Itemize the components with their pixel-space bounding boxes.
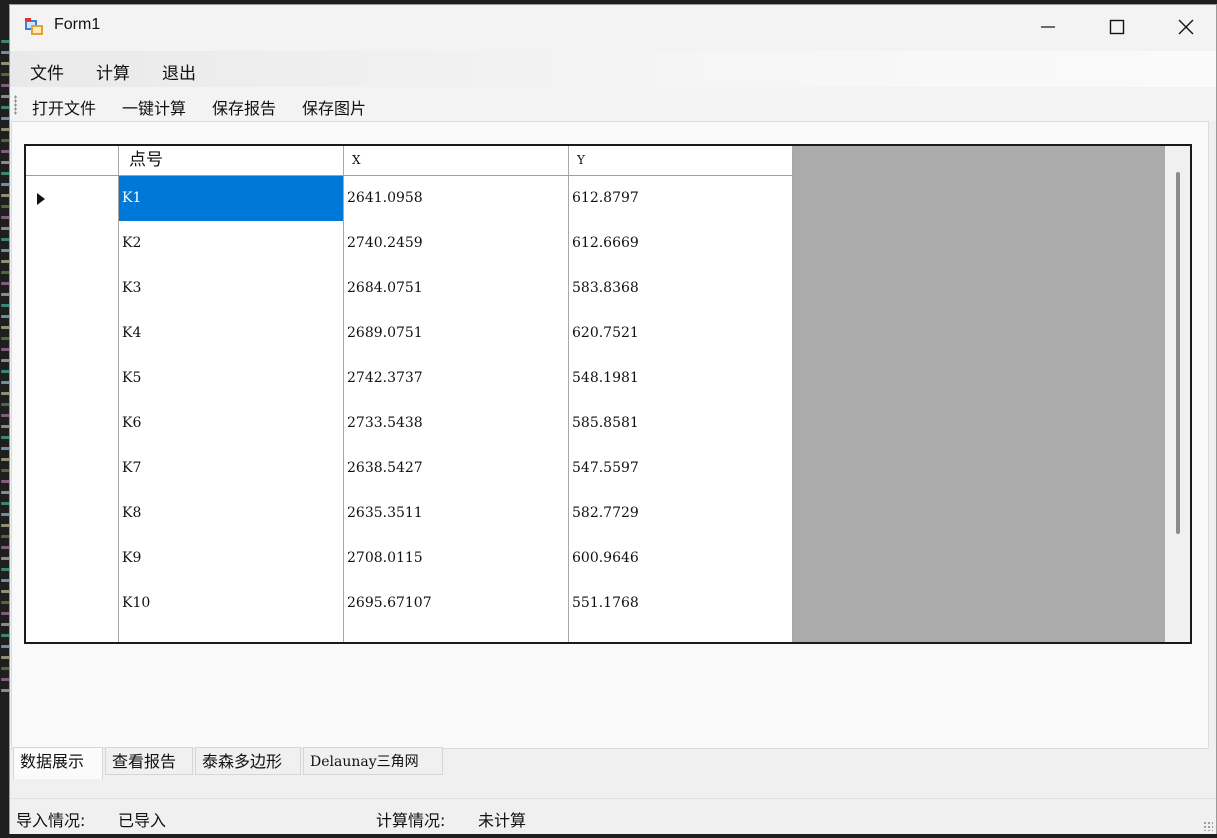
cell-id[interactable]: K10: [119, 581, 344, 626]
calc-status-value: 未计算: [478, 811, 527, 830]
tab-delaunay[interactable]: Delaunay三角网: [303, 747, 443, 775]
menu-calculate[interactable]: 计算: [96, 59, 130, 84]
table-row[interactable]: K1 2641.0958 612.8797: [26, 176, 793, 222]
data-grid[interactable]: 点号 X Y K1 2641.0958 612.8797 K2 2740.245…: [24, 144, 1192, 644]
title-bar[interactable]: Form1: [10, 5, 1216, 51]
row-header-corner[interactable]: [26, 146, 119, 175]
cell-y[interactable]: 551.1768: [569, 581, 793, 626]
row-header[interactable]: [26, 356, 119, 401]
cell-y[interactable]: 600.9646: [569, 536, 793, 581]
cell-x[interactable]: 2740.2459: [344, 221, 569, 266]
table-row[interactable]: K6 2733.5438 585.8581: [26, 401, 793, 447]
table-row[interactable]: K3 2684.0751 583.8368: [26, 266, 793, 312]
row-header[interactable]: [26, 446, 119, 491]
cell-x[interactable]: 2641.0958: [344, 176, 569, 221]
cell-x[interactable]: 2689.0751: [344, 311, 569, 356]
menu-file[interactable]: 文件: [30, 59, 64, 84]
row-header[interactable]: [26, 536, 119, 581]
close-icon: [1178, 19, 1194, 35]
cell-y[interactable]: 612.8797: [569, 176, 793, 221]
menu-bar: 文件 计算 退出: [10, 51, 1216, 87]
grid-header-row: 点号 X Y: [26, 146, 793, 176]
calc-status-label: 计算情况:: [376, 811, 446, 830]
cell-y[interactable]: 585.8581: [569, 401, 793, 446]
row-header[interactable]: [26, 311, 119, 356]
table-row[interactable]: K7 2638.5427 547.5597: [26, 446, 793, 492]
scrollbar-thumb[interactable]: [1176, 172, 1180, 534]
column-header-x[interactable]: X: [344, 146, 569, 175]
cell-x[interactable]: [344, 626, 569, 642]
cell-x[interactable]: 2635.3511: [344, 491, 569, 536]
cell-y[interactable]: 620.7521: [569, 311, 793, 356]
status-bar: 导入情况: 已导入 计算情况: 未计算: [10, 798, 1216, 834]
menu-exit[interactable]: 退出: [162, 59, 196, 84]
cell-id[interactable]: K1: [119, 176, 344, 221]
open-file-button[interactable]: 打开文件: [32, 95, 96, 119]
minimize-button[interactable]: [1014, 5, 1082, 49]
cell-x[interactable]: 2638.5427: [344, 446, 569, 491]
cell-id[interactable]: K6: [119, 401, 344, 446]
table-row[interactable]: K8 2635.3511 582.7729: [26, 491, 793, 537]
row-header[interactable]: [26, 401, 119, 446]
save-image-button[interactable]: 保存图片: [302, 95, 366, 119]
cell-x[interactable]: 2742.3737: [344, 356, 569, 401]
cell-y[interactable]: 547.5597: [569, 446, 793, 491]
form-window: Form1 文件 计算 退出 打开文件 一键计算 保存报告 保存图片 点号 X: [9, 4, 1217, 834]
table-row[interactable]: K4 2689.0751 620.7521: [26, 311, 793, 357]
row-header[interactable]: [26, 221, 119, 266]
row-header[interactable]: [26, 626, 119, 642]
row-header[interactable]: [26, 491, 119, 536]
row-header[interactable]: [26, 266, 119, 311]
table-row-partial[interactable]: [26, 626, 793, 642]
cell-id[interactable]: K8: [119, 491, 344, 536]
app-icon: [25, 18, 43, 35]
one-click-calc-button[interactable]: 一键计算: [122, 95, 186, 119]
cell-id[interactable]: K2: [119, 221, 344, 266]
maximize-button[interactable]: [1083, 5, 1151, 49]
tab-view-report[interactable]: 查看报告: [105, 747, 193, 775]
resize-grip[interactable]: [1203, 821, 1213, 831]
cell-y[interactable]: 612.6669: [569, 221, 793, 266]
import-status-label: 导入情况:: [16, 811, 86, 830]
window-title: Form1: [54, 16, 101, 33]
toolbar-grip[interactable]: [14, 95, 17, 115]
current-row-arrow-icon: [37, 193, 45, 205]
cell-y[interactable]: 548.1981: [569, 356, 793, 401]
cell-y[interactable]: 583.8368: [569, 266, 793, 311]
cell-id[interactable]: K7: [119, 446, 344, 491]
row-header[interactable]: [26, 581, 119, 626]
cell-y[interactable]: [569, 626, 793, 642]
table-row[interactable]: K5 2742.3737 548.1981: [26, 356, 793, 402]
close-button[interactable]: [1152, 5, 1217, 49]
cell-id[interactable]: K4: [119, 311, 344, 356]
tab-voronoi[interactable]: 泰森多边形: [195, 747, 301, 775]
tool-strip: 打开文件 一键计算 保存报告 保存图片: [10, 87, 1216, 121]
column-header-id[interactable]: 点号: [119, 146, 344, 175]
cell-id[interactable]: [119, 626, 344, 642]
cell-y[interactable]: 582.7729: [569, 491, 793, 536]
maximize-icon: [1109, 19, 1125, 35]
cell-id[interactable]: K5: [119, 356, 344, 401]
column-header-y[interactable]: Y: [569, 146, 793, 175]
cell-x[interactable]: 2733.5438: [344, 401, 569, 446]
cell-x[interactable]: 2684.0751: [344, 266, 569, 311]
row-header[interactable]: [26, 176, 119, 221]
tab-data-view[interactable]: 数据展示: [13, 747, 103, 779]
import-status-value: 已导入: [118, 811, 167, 830]
table-row[interactable]: K2 2740.2459 612.6669: [26, 221, 793, 267]
cell-x[interactable]: 2695.67107: [344, 581, 569, 626]
vertical-scrollbar[interactable]: [1165, 146, 1190, 642]
tab-strip: 数据展示 查看报告 泰森多边形 Delaunay三角网: [11, 747, 1207, 779]
table-row[interactable]: K10 2695.67107 551.1768: [26, 581, 793, 627]
save-report-button[interactable]: 保存报告: [212, 95, 276, 119]
table-row[interactable]: K9 2708.0115 600.9646: [26, 536, 793, 582]
cell-x[interactable]: 2708.0115: [344, 536, 569, 581]
minimize-icon: [1041, 26, 1055, 28]
tab-page-data-view: 点号 X Y K1 2641.0958 612.8797 K2 2740.245…: [11, 121, 1209, 749]
cell-id[interactable]: K3: [119, 266, 344, 311]
cell-id[interactable]: K9: [119, 536, 344, 581]
